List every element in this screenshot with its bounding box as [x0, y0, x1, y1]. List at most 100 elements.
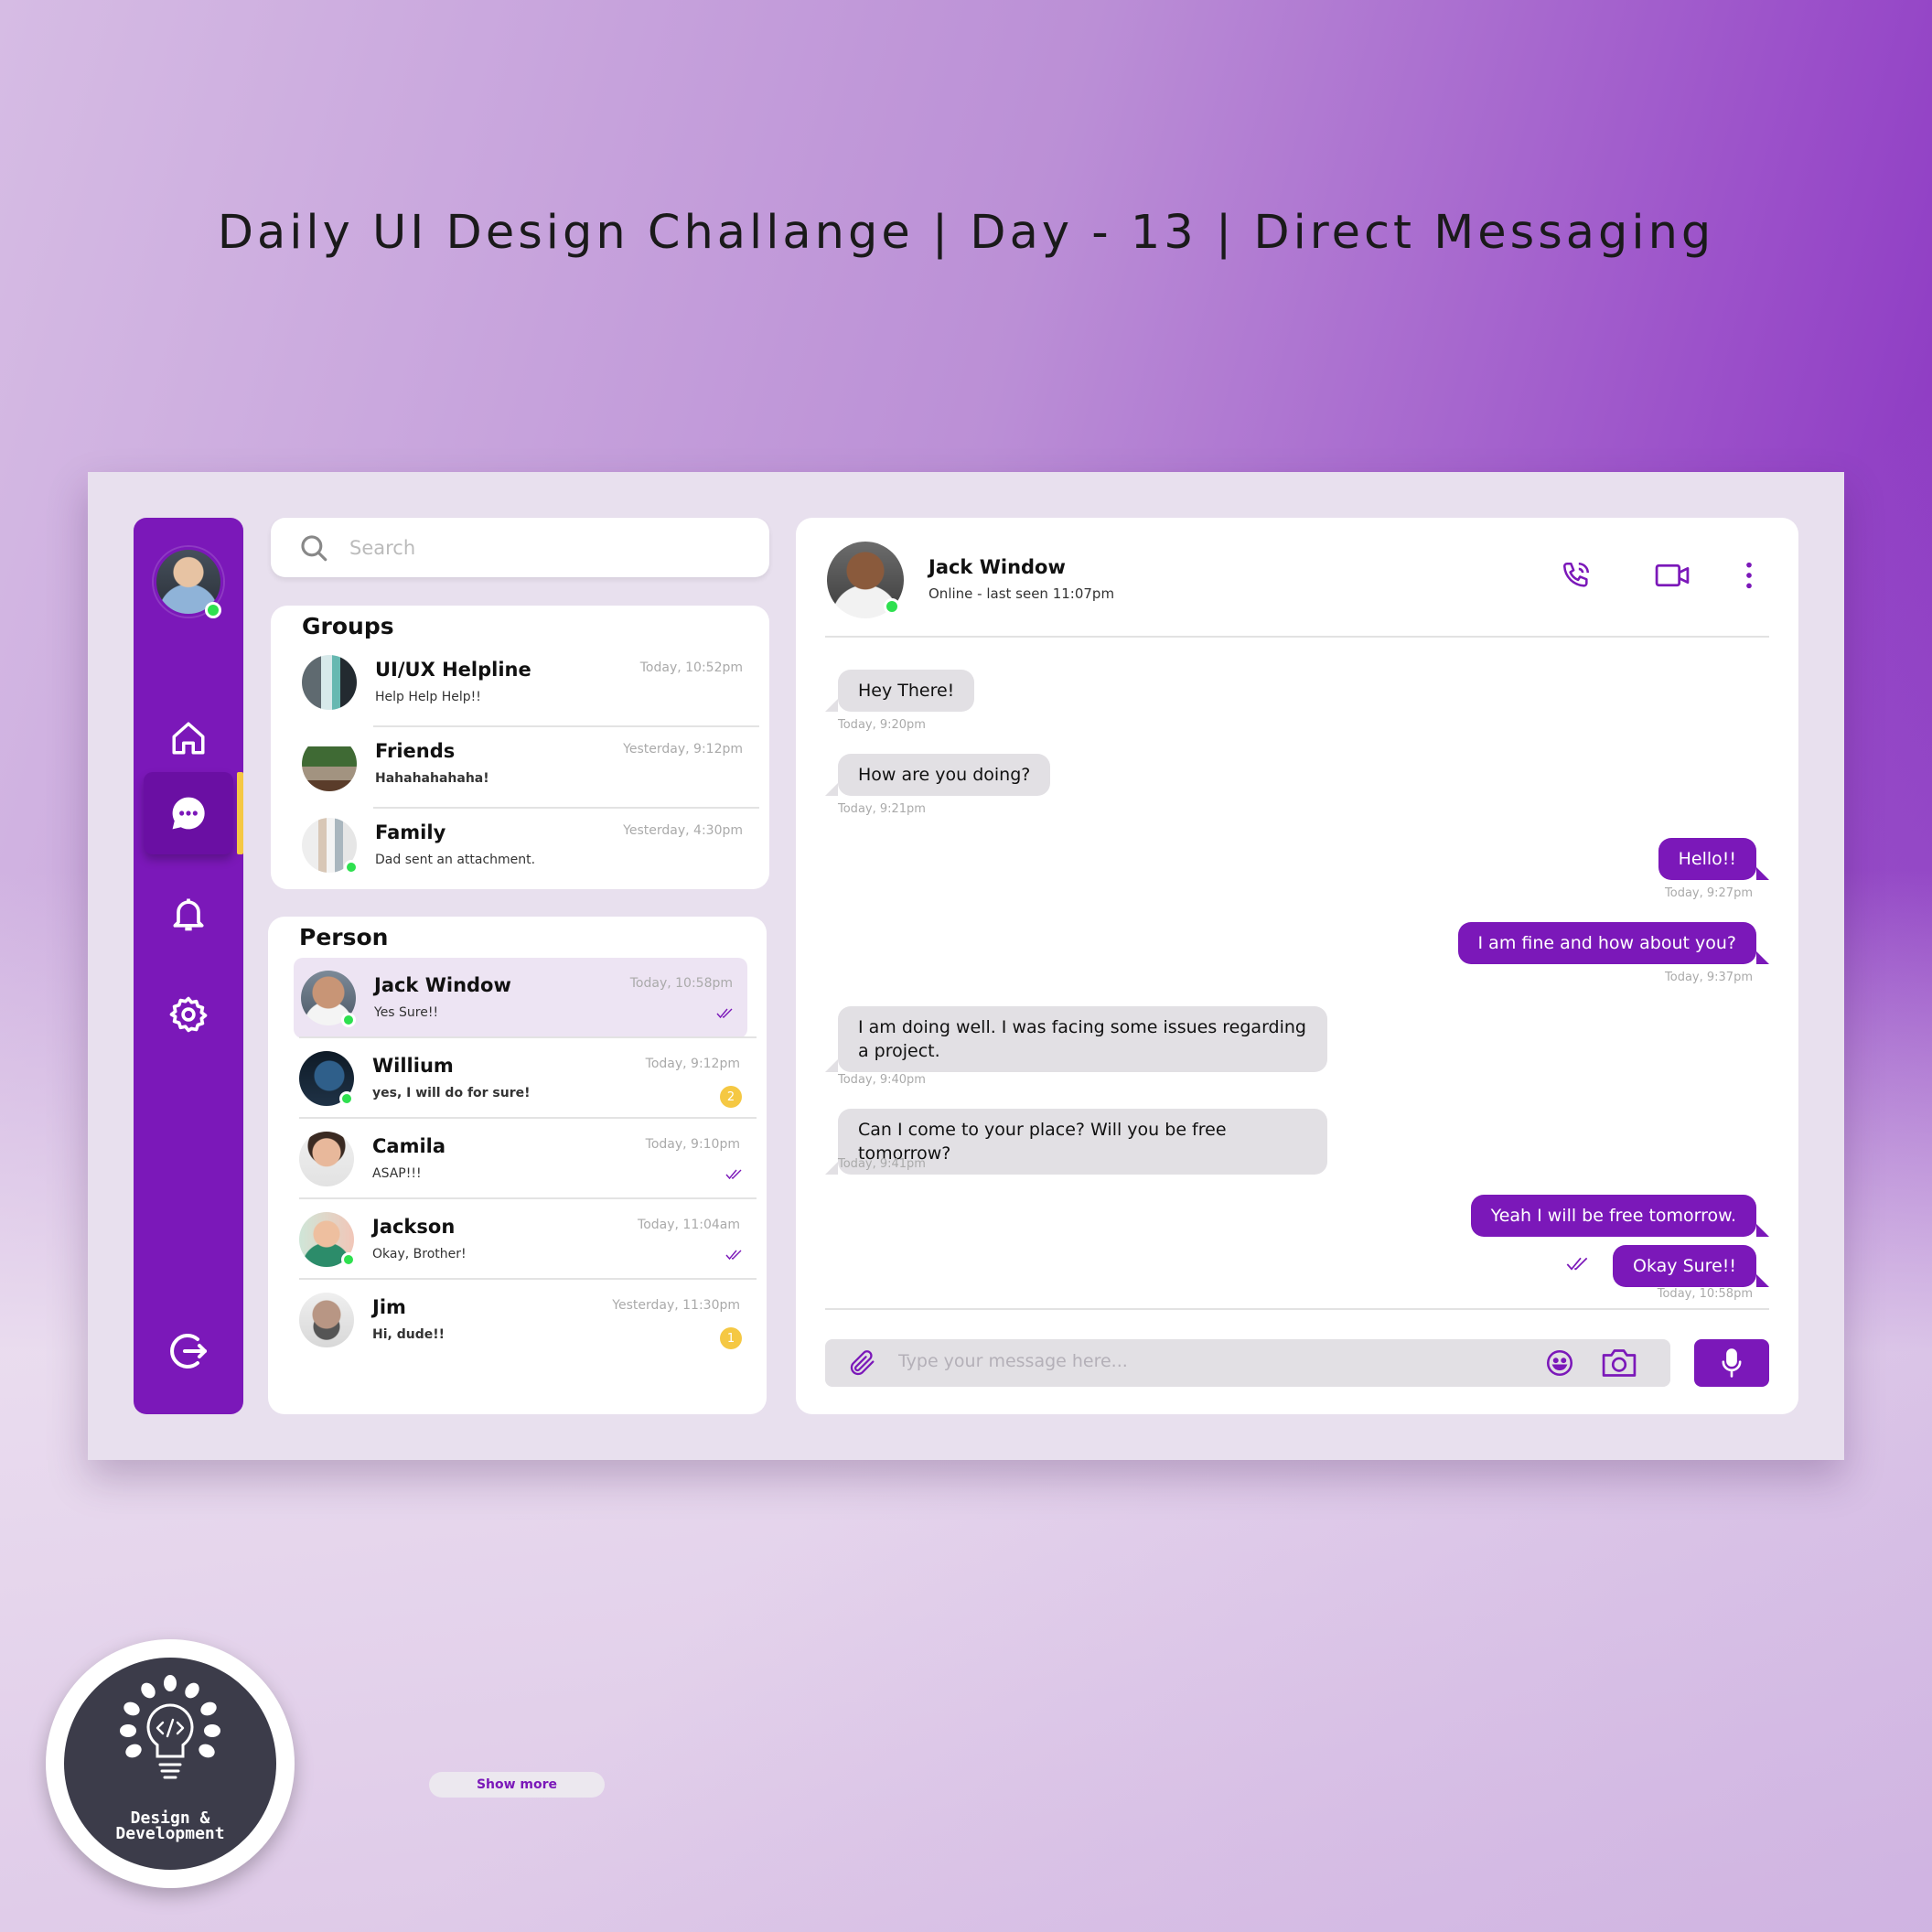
group-name: Friends: [375, 740, 456, 762]
person-name: Jack Window: [374, 974, 511, 996]
person-time: Today, 11:04am: [638, 1218, 740, 1232]
group-row[interactable]: UI/UX Helpline Help Help Help!! Today, 1…: [287, 642, 759, 723]
group-name: Family: [375, 821, 446, 843]
person-row[interactable]: Camila ASAP!!! Today, 9:10pm: [284, 1119, 757, 1199]
message-time: Today, 9:41pm: [838, 1157, 926, 1171]
online-indicator: [205, 602, 221, 618]
message-bubble-outgoing: Hello!!: [1658, 838, 1770, 880]
search-input[interactable]: [349, 536, 715, 559]
person-name: Jim: [372, 1296, 406, 1318]
home-icon: [172, 722, 205, 755]
person-name: Camila: [372, 1135, 446, 1157]
person-time: Today, 10:58pm: [629, 976, 733, 991]
message-bubble-incoming: Hey There!: [824, 670, 975, 712]
online-indicator: [344, 860, 359, 875]
person-name: Jackson: [372, 1216, 456, 1238]
search-icon: [301, 534, 327, 561]
message-time: Today, 9:27pm: [1665, 886, 1753, 900]
group-row[interactable]: Family Dad sent an attachment. Yesterday…: [287, 805, 759, 886]
person-avatar: [299, 1293, 354, 1347]
person-last-message: Okay, Brother!: [372, 1247, 467, 1261]
person-last-message: ASAP!!!: [372, 1166, 422, 1181]
groups-panel: Groups UI/UX Helpline Help Help Help!! T…: [271, 606, 769, 889]
person-time: Today, 9:12pm: [645, 1057, 740, 1071]
group-last-message: Dad sent an attachment.: [375, 853, 536, 867]
message-bubble-outgoing: I am fine and how about you?: [1457, 922, 1770, 964]
message-time: Today, 9:20pm: [838, 718, 926, 732]
group-time: Yesterday, 4:30pm: [623, 823, 743, 838]
brand-logo: Design & Development: [46, 1639, 295, 1888]
camera-icon[interactable]: [1599, 1346, 1639, 1380]
unread-badge: 1: [720, 1327, 742, 1349]
active-indicator: [237, 772, 243, 854]
double-check-icon: [725, 1250, 742, 1261]
person-row[interactable]: Jackson Okay, Brother! Today, 11:04am: [284, 1199, 757, 1280]
message-bubble-outgoing: Okay Sure!!: [1613, 1245, 1769, 1287]
attachment-icon[interactable]: [847, 1347, 878, 1379]
person-row[interactable]: Willium yes, I will do for sure! Today, …: [284, 1038, 757, 1119]
message-bubble-outgoing: Yeah I will be free tomorrow.: [1470, 1195, 1770, 1237]
chat-composer-divider: [825, 1308, 1769, 1310]
group-name: UI/UX Helpline: [375, 659, 531, 681]
sidebar-item-notifications[interactable]: [144, 873, 233, 955]
contact-status: Online - last seen 11:07pm: [928, 585, 1115, 602]
search-bar: [271, 518, 769, 577]
message-input[interactable]: [898, 1351, 1520, 1371]
unread-badge: 2: [720, 1086, 742, 1108]
double-check-icon: [1566, 1257, 1588, 1271]
person-name: Willium: [372, 1055, 454, 1077]
lightbulb-code-icon: [120, 1675, 220, 1779]
persons-panel: Person Jack Window Yes Sure!! Today, 10:…: [268, 917, 767, 1798]
online-indicator: [339, 1091, 354, 1106]
video-icon[interactable]: [1654, 560, 1690, 591]
group-time: Today, 10:52pm: [639, 660, 743, 675]
chat-icon: [172, 797, 205, 830]
page-title: Daily UI Design Challange | Day - 13 | D…: [217, 206, 1715, 260]
sidebar: [134, 518, 243, 1414]
gear-icon: [169, 996, 208, 1033]
logo-text: Design & Development: [64, 1810, 276, 1843]
sidebar-item-messages[interactable]: [144, 772, 233, 854]
message-bubble-incoming: How are you doing?: [824, 754, 1051, 796]
person-time: Yesterday, 11:30pm: [612, 1298, 740, 1313]
group-last-message: Help Help Help!!: [375, 690, 481, 704]
contact-name: Jack Window: [928, 556, 1066, 578]
logo-text-line2: Development: [115, 1824, 225, 1843]
person-avatar: [299, 1132, 354, 1186]
show-more-button[interactable]: Show more: [429, 1772, 605, 1798]
chat-panel: Jack Window Online - last seen 11:07pm H…: [796, 518, 1798, 1414]
group-avatar: [302, 655, 357, 710]
person-time: Today, 9:10pm: [645, 1137, 740, 1152]
person-row[interactable]: Jack Window Yes Sure!! Today, 10:58pm: [294, 958, 747, 1038]
voice-record-button[interactable]: [1694, 1339, 1769, 1387]
person-last-message: yes, I will do for sure!: [372, 1086, 531, 1100]
groups-title: Groups: [302, 613, 394, 639]
chat-header-divider: [825, 636, 1769, 638]
logo-badge: Design & Development: [64, 1658, 276, 1870]
double-check-icon: [725, 1169, 742, 1180]
message-time: Today, 9:37pm: [1665, 971, 1753, 984]
phone-icon[interactable]: [1561, 560, 1592, 591]
more-vertical-icon[interactable]: [1744, 560, 1755, 591]
person-last-message: Hi, dude!!: [372, 1327, 445, 1342]
message-time: Today, 9:21pm: [838, 802, 926, 816]
logout-button[interactable]: [144, 1310, 233, 1392]
bell-icon: [173, 898, 204, 931]
online-indicator: [884, 598, 900, 615]
double-check-icon: [716, 1008, 733, 1019]
sidebar-item-home[interactable]: [144, 697, 233, 779]
message-composer: [825, 1339, 1670, 1387]
group-row[interactable]: Friends Hahahahahaha! Yesterday, 9:12pm: [287, 724, 759, 804]
sidebar-item-settings[interactable]: [144, 973, 233, 1056]
logout-icon: [170, 1334, 207, 1368]
group-time: Yesterday, 9:12pm: [623, 742, 743, 757]
online-indicator: [341, 1252, 356, 1267]
group-last-message: Hahahahahaha!: [375, 771, 489, 786]
message-time: Today, 9:40pm: [838, 1073, 926, 1087]
group-avatar: [302, 736, 357, 791]
message-bubble-incoming: I am doing well. I was facing some issue…: [825, 1006, 1327, 1072]
message-time: Today, 10:58pm: [1657, 1287, 1753, 1301]
emoji-icon[interactable]: [1544, 1347, 1575, 1379]
person-row[interactable]: Jim Hi, dude!! Yesterday, 11:30pm 1: [284, 1280, 757, 1360]
microphone-icon: [1722, 1348, 1742, 1378]
